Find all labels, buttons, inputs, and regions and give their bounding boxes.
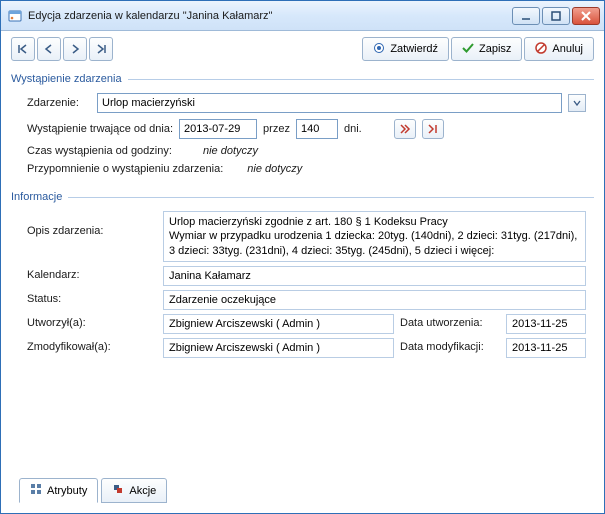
modified-by-label: Zmodyfikował(a): — [27, 338, 157, 353]
through-label: przez — [263, 123, 290, 135]
nav-last-button[interactable] — [89, 37, 113, 61]
content: Wystąpienie zdarzenia Zdarzenie: Urlop m… — [1, 67, 604, 513]
save-button[interactable]: Zapisz — [451, 37, 522, 61]
minimize-button[interactable] — [512, 7, 540, 25]
from-date-input[interactable] — [179, 119, 257, 139]
days-input[interactable] — [296, 119, 338, 139]
maximize-button[interactable] — [542, 7, 570, 25]
actions-icon — [112, 483, 124, 498]
desc-label: Opis zdarzenia: — [27, 211, 157, 237]
occurrence-group: Zdarzenie: Urlop macierzyński Wystąpieni… — [11, 87, 594, 185]
event-combo[interactable]: Urlop macierzyński — [97, 93, 562, 113]
status-label: Status: — [27, 290, 157, 305]
window: Edycja zdarzenia w kalendarzu "Janina Ka… — [0, 0, 605, 514]
created-date-label: Data utworzenia: — [400, 314, 500, 329]
window-title: Edycja zdarzenia w kalendarzu "Janina Ka… — [28, 10, 512, 22]
titlebar: Edycja zdarzenia w kalendarzu "Janina Ka… — [1, 1, 604, 31]
record-icon — [373, 42, 385, 57]
cancel-label: Anuluj — [552, 43, 583, 55]
nav-first-button[interactable] — [11, 37, 35, 61]
tab-actions[interactable]: Akcje — [101, 478, 167, 503]
nav-next-button[interactable] — [63, 37, 87, 61]
time-value: nie dotyczy — [203, 145, 258, 157]
tab-attributes[interactable]: Atrybuty — [19, 478, 98, 503]
window-buttons — [512, 7, 600, 25]
stop-icon — [535, 42, 547, 57]
from-label: Wystąpienie trwające od dnia: — [27, 123, 173, 135]
created-by-label: Utworzył(a): — [27, 314, 157, 329]
tab-actions-label: Akcje — [129, 485, 156, 497]
modified-date-label: Data modyfikacji: — [400, 338, 500, 353]
date-last-button[interactable] — [422, 119, 444, 139]
days-unit: dni. — [344, 123, 362, 135]
confirm-button[interactable]: Zatwierdź — [362, 37, 449, 61]
window-icon — [7, 8, 23, 24]
close-button[interactable] — [572, 7, 600, 25]
desc-value: Urlop macierzyński zgodnie z art. 180 § … — [163, 211, 586, 262]
modified-date-value: 2013-11-25 — [506, 338, 586, 358]
save-label: Zapisz — [479, 43, 511, 55]
info-title: Informacje — [11, 191, 62, 203]
time-label: Czas wystąpienia od godziny: — [27, 145, 197, 157]
cancel-button[interactable]: Anuluj — [524, 37, 594, 61]
reminder-label: Przypomnienie o wystąpieniu zdarzenia: — [27, 163, 223, 175]
reminder-value: nie dotyczy — [247, 163, 302, 175]
nav-prev-button[interactable] — [37, 37, 61, 61]
modified-by-value: Zbigniew Arciszewski ( Admin ) — [163, 338, 394, 358]
check-icon — [462, 42, 474, 57]
event-value: Urlop macierzyński — [102, 97, 561, 109]
calendar-value: Janina Kałamarz — [163, 266, 586, 286]
confirm-label: Zatwierdź — [390, 43, 438, 55]
occurrence-group-header: Wystąpienie zdarzenia — [11, 73, 594, 85]
event-label: Zdarzenie: — [27, 97, 91, 109]
calendar-label: Kalendarz: — [27, 266, 157, 281]
date-next-button[interactable] — [394, 119, 416, 139]
occurrence-title: Wystąpienie zdarzenia — [11, 73, 122, 85]
bottom-tabs: Atrybuty Akcje — [11, 478, 594, 503]
status-value: Zdarzenie oczekujące — [163, 290, 586, 310]
info-group: Opis zdarzenia: Urlop macierzyński zgodn… — [11, 205, 594, 362]
tab-attributes-label: Atrybuty — [47, 485, 87, 497]
info-group-header: Informacje — [11, 191, 594, 203]
attributes-icon — [30, 483, 42, 498]
event-combo-dropdown[interactable] — [568, 94, 586, 112]
created-by-value: Zbigniew Arciszewski ( Admin ) — [163, 314, 394, 334]
created-date-value: 2013-11-25 — [506, 314, 586, 334]
toolbar: Zatwierdź Zapisz Anuluj — [1, 31, 604, 67]
